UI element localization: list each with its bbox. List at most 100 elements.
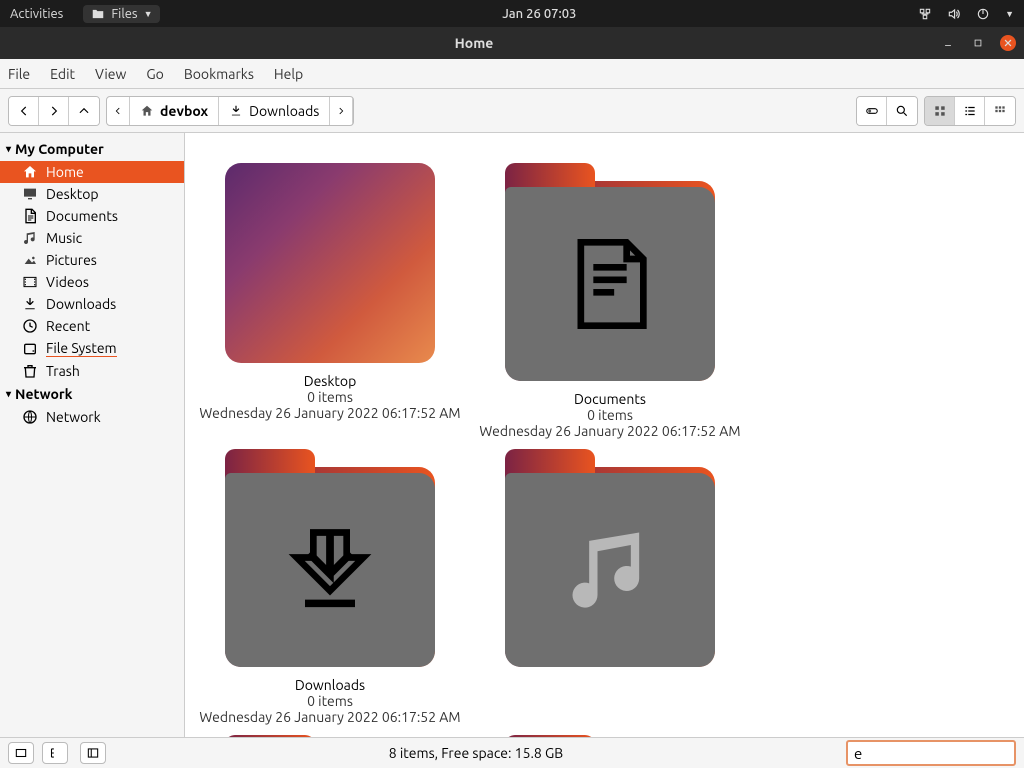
doc-icon [560,234,660,334]
file-name: Desktop [195,373,465,389]
doc-icon [22,208,38,224]
menubar: File Edit View Go Bookmarks Help [0,59,1024,89]
compact-icon [993,104,1007,118]
file-item-documents[interactable]: Documents0 itemsWednesday 26 January 202… [475,163,745,439]
path-prev[interactable] [107,97,130,125]
file-items: 0 items [475,407,745,423]
sidebar: My Computer HomeDesktopDocumentsMusicPic… [0,133,185,737]
app-menu[interactable]: Files ▼ [83,5,160,23]
window-maximize[interactable] [970,35,986,51]
sidebar-item-home[interactable]: Home [0,161,184,183]
folder-thumbnail [225,467,435,667]
folder-thumbnail [505,467,715,667]
view-compact[interactable] [985,97,1015,125]
path-host[interactable]: devbox [130,97,219,125]
location-toggle[interactable] [857,97,887,125]
download-icon [22,296,38,312]
menu-edit[interactable]: Edit [50,66,75,82]
search-button[interactable] [887,97,917,125]
menu-file[interactable]: File [8,66,30,82]
sidebar-item-videos[interactable]: Videos [0,271,184,293]
system-menu-caret[interactable]: ▼ [1005,9,1014,19]
window-titlebar: Home [0,27,1024,59]
file-items: 0 items [195,389,465,405]
sidebar-item-documents[interactable]: Documents [0,205,184,227]
nav-forward[interactable] [39,97,69,125]
file-name: Downloads [195,677,465,693]
path-child[interactable]: Downloads [219,97,330,125]
file-view[interactable]: Desktop0 itemsWednesday 26 January 2022 … [185,133,1024,737]
clock[interactable]: Jan 26 07:03 [160,7,918,21]
file-item-downloads[interactable]: Downloads0 itemsWednesday 26 January 202… [195,449,465,725]
tree-icon [48,746,62,760]
file-name: Documents [475,391,745,407]
video-icon [22,274,38,290]
view-icons[interactable] [925,97,955,125]
sidebar-item-file-system[interactable]: File System [0,337,184,360]
desktop-icon [22,186,38,202]
typeahead-input[interactable] [846,740,1016,766]
menu-help[interactable]: Help [274,66,303,82]
folder-icon [91,7,105,21]
music-icon [560,520,660,620]
side-panel-button[interactable] [80,742,106,764]
sidebar-item-downloads[interactable]: Downloads [0,293,184,315]
chevron-up-icon [77,104,91,118]
toolbar: devbox Downloads [0,89,1024,133]
status-text: 8 items, Free space: 15.8 GB [106,745,846,761]
sidebar-item-desktop[interactable]: Desktop [0,183,184,205]
globe-icon [22,409,38,425]
file-item-desktop[interactable]: Desktop0 itemsWednesday 26 January 2022 … [195,163,465,439]
file-date: Wednesday 26 January 2022 06:17:52 AM [195,709,465,725]
window-title: Home [8,35,940,51]
search-icon [895,104,909,118]
music-icon [22,230,38,246]
window-minimize[interactable] [940,35,956,51]
desktop-thumbnail [225,163,435,363]
sidebar-item-trash[interactable]: Trash [0,360,184,382]
tree-pane-button[interactable] [42,742,68,764]
network-icon[interactable] [918,7,932,21]
file-item-picture[interactable] [195,735,465,737]
sound-icon[interactable] [947,7,961,21]
sidebar-item-recent[interactable]: Recent [0,315,184,337]
file-date: Wednesday 26 January 2022 06:17:52 AM [475,423,745,439]
sidebar-item-music[interactable]: Music [0,227,184,249]
recent-icon [22,318,38,334]
download-icon [280,520,380,620]
toggle-icon [865,104,879,118]
picture-icon [22,252,38,268]
disk-icon [22,341,38,357]
places-icon [14,746,28,760]
caret-left-icon [113,104,123,118]
caret-right-icon [336,104,346,118]
window-close[interactable] [1000,35,1016,51]
sidebar-item-pictures[interactable]: Pictures [0,249,184,271]
folder-thumbnail [505,181,715,381]
menu-go[interactable]: Go [146,66,163,82]
file-item-share[interactable] [475,735,745,737]
view-list[interactable] [955,97,985,125]
home-icon [140,104,154,118]
chevron-right-icon [47,104,61,118]
trash-icon [22,363,38,379]
places-pane-button[interactable] [8,742,34,764]
menu-bookmarks[interactable]: Bookmarks [184,66,254,82]
file-date: Wednesday 26 January 2022 06:17:52 AM [195,405,465,421]
sidebar-section-network[interactable]: Network [0,382,184,406]
gnome-topbar: Activities Files ▼ Jan 26 07:03 ▼ [0,0,1024,27]
nav-back[interactable] [9,97,39,125]
path-next[interactable] [330,97,353,125]
file-items: 0 items [195,693,465,709]
activities-button[interactable]: Activities [10,7,63,21]
sidepanel-icon [86,746,100,760]
power-icon[interactable] [976,7,990,21]
download-icon [229,104,243,118]
file-item-music[interactable] [475,449,745,725]
grid-icon [933,104,947,118]
sidebar-section-computer[interactable]: My Computer [0,137,184,161]
nav-up[interactable] [69,97,99,125]
sidebar-item-network[interactable]: Network [0,406,184,428]
chevron-left-icon [17,104,31,118]
menu-view[interactable]: View [95,66,126,82]
